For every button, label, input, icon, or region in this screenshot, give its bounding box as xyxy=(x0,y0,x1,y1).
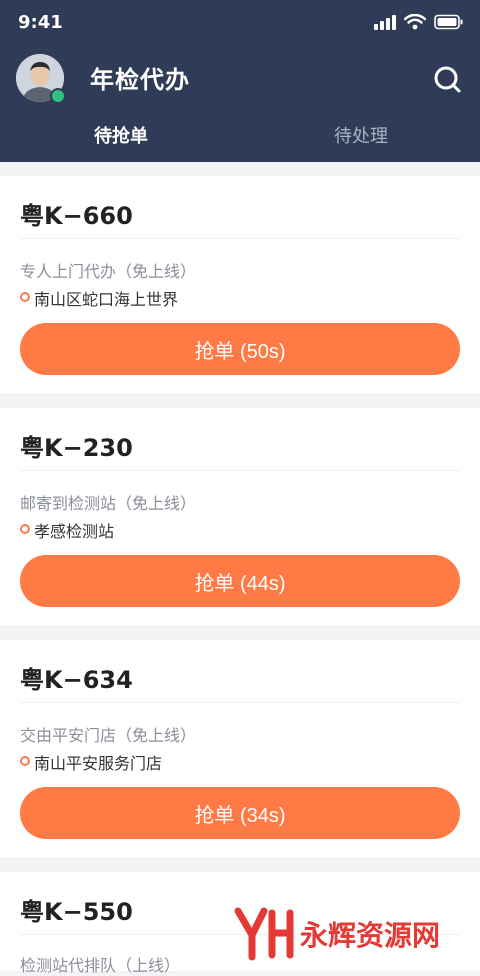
service-type: 邮寄到检测站（免上线） xyxy=(20,494,197,513)
signal-icon xyxy=(374,14,396,30)
search-icon[interactable] xyxy=(432,64,462,94)
watermark: 永辉资源网 xyxy=(232,905,440,963)
order-card: 粤K−634 交由平安门店（免上线） 南山平安服务门店 抢单 (34s) xyxy=(0,640,480,857)
order-card: 粤K−660 专人上门代办（免上线） 南山区蛇口海上世界 抢单 (50s) xyxy=(0,176,480,393)
status-bar: 9:41 xyxy=(0,0,480,48)
location-dot-icon xyxy=(20,756,30,766)
grab-order-button[interactable]: 抢单 (34s) xyxy=(20,787,460,839)
location-dot-icon xyxy=(20,292,30,302)
battery-icon xyxy=(434,14,464,30)
grab-order-button[interactable]: 抢单 (44s) xyxy=(20,555,460,607)
status-icons xyxy=(374,14,464,30)
order-card: 粤K−230 邮寄到检测站（免上线） 孝感检测站 抢单 (44s) xyxy=(0,408,480,625)
page-title: 年检代办 xyxy=(90,66,190,94)
tab-pending-grab[interactable]: 待抢单 xyxy=(94,122,148,148)
watermark-logo-icon xyxy=(234,907,294,961)
location-text: 孝感检测站 xyxy=(34,522,115,541)
plate-number: 粤K−660 xyxy=(20,202,133,230)
plate-number: 粤K−634 xyxy=(20,666,133,694)
location-dot-icon xyxy=(20,524,30,534)
service-type: 检测站代排队（上线） xyxy=(20,956,181,975)
status-time: 9:41 xyxy=(18,12,63,33)
location-text: 南山区蛇口海上世界 xyxy=(34,290,179,309)
plate-number: 粤K−230 xyxy=(20,434,133,462)
divider xyxy=(20,470,460,471)
online-status-dot xyxy=(50,88,66,104)
service-type: 专人上门代办（免上线） xyxy=(20,262,197,281)
location-text: 南山平安服务门店 xyxy=(34,754,163,773)
grab-order-button[interactable]: 抢单 (50s) xyxy=(20,323,460,375)
app-header: 9:41 年检代办 待抢单 待处理 xyxy=(0,0,480,162)
service-type: 交由平安门店（免上线） xyxy=(20,726,197,745)
watermark-text: 永辉资源网 xyxy=(300,919,441,952)
tab-pending-process[interactable]: 待处理 xyxy=(334,122,388,148)
wifi-icon xyxy=(404,14,426,30)
divider xyxy=(20,238,460,239)
divider xyxy=(20,702,460,703)
plate-number: 粤K−550 xyxy=(20,898,133,926)
